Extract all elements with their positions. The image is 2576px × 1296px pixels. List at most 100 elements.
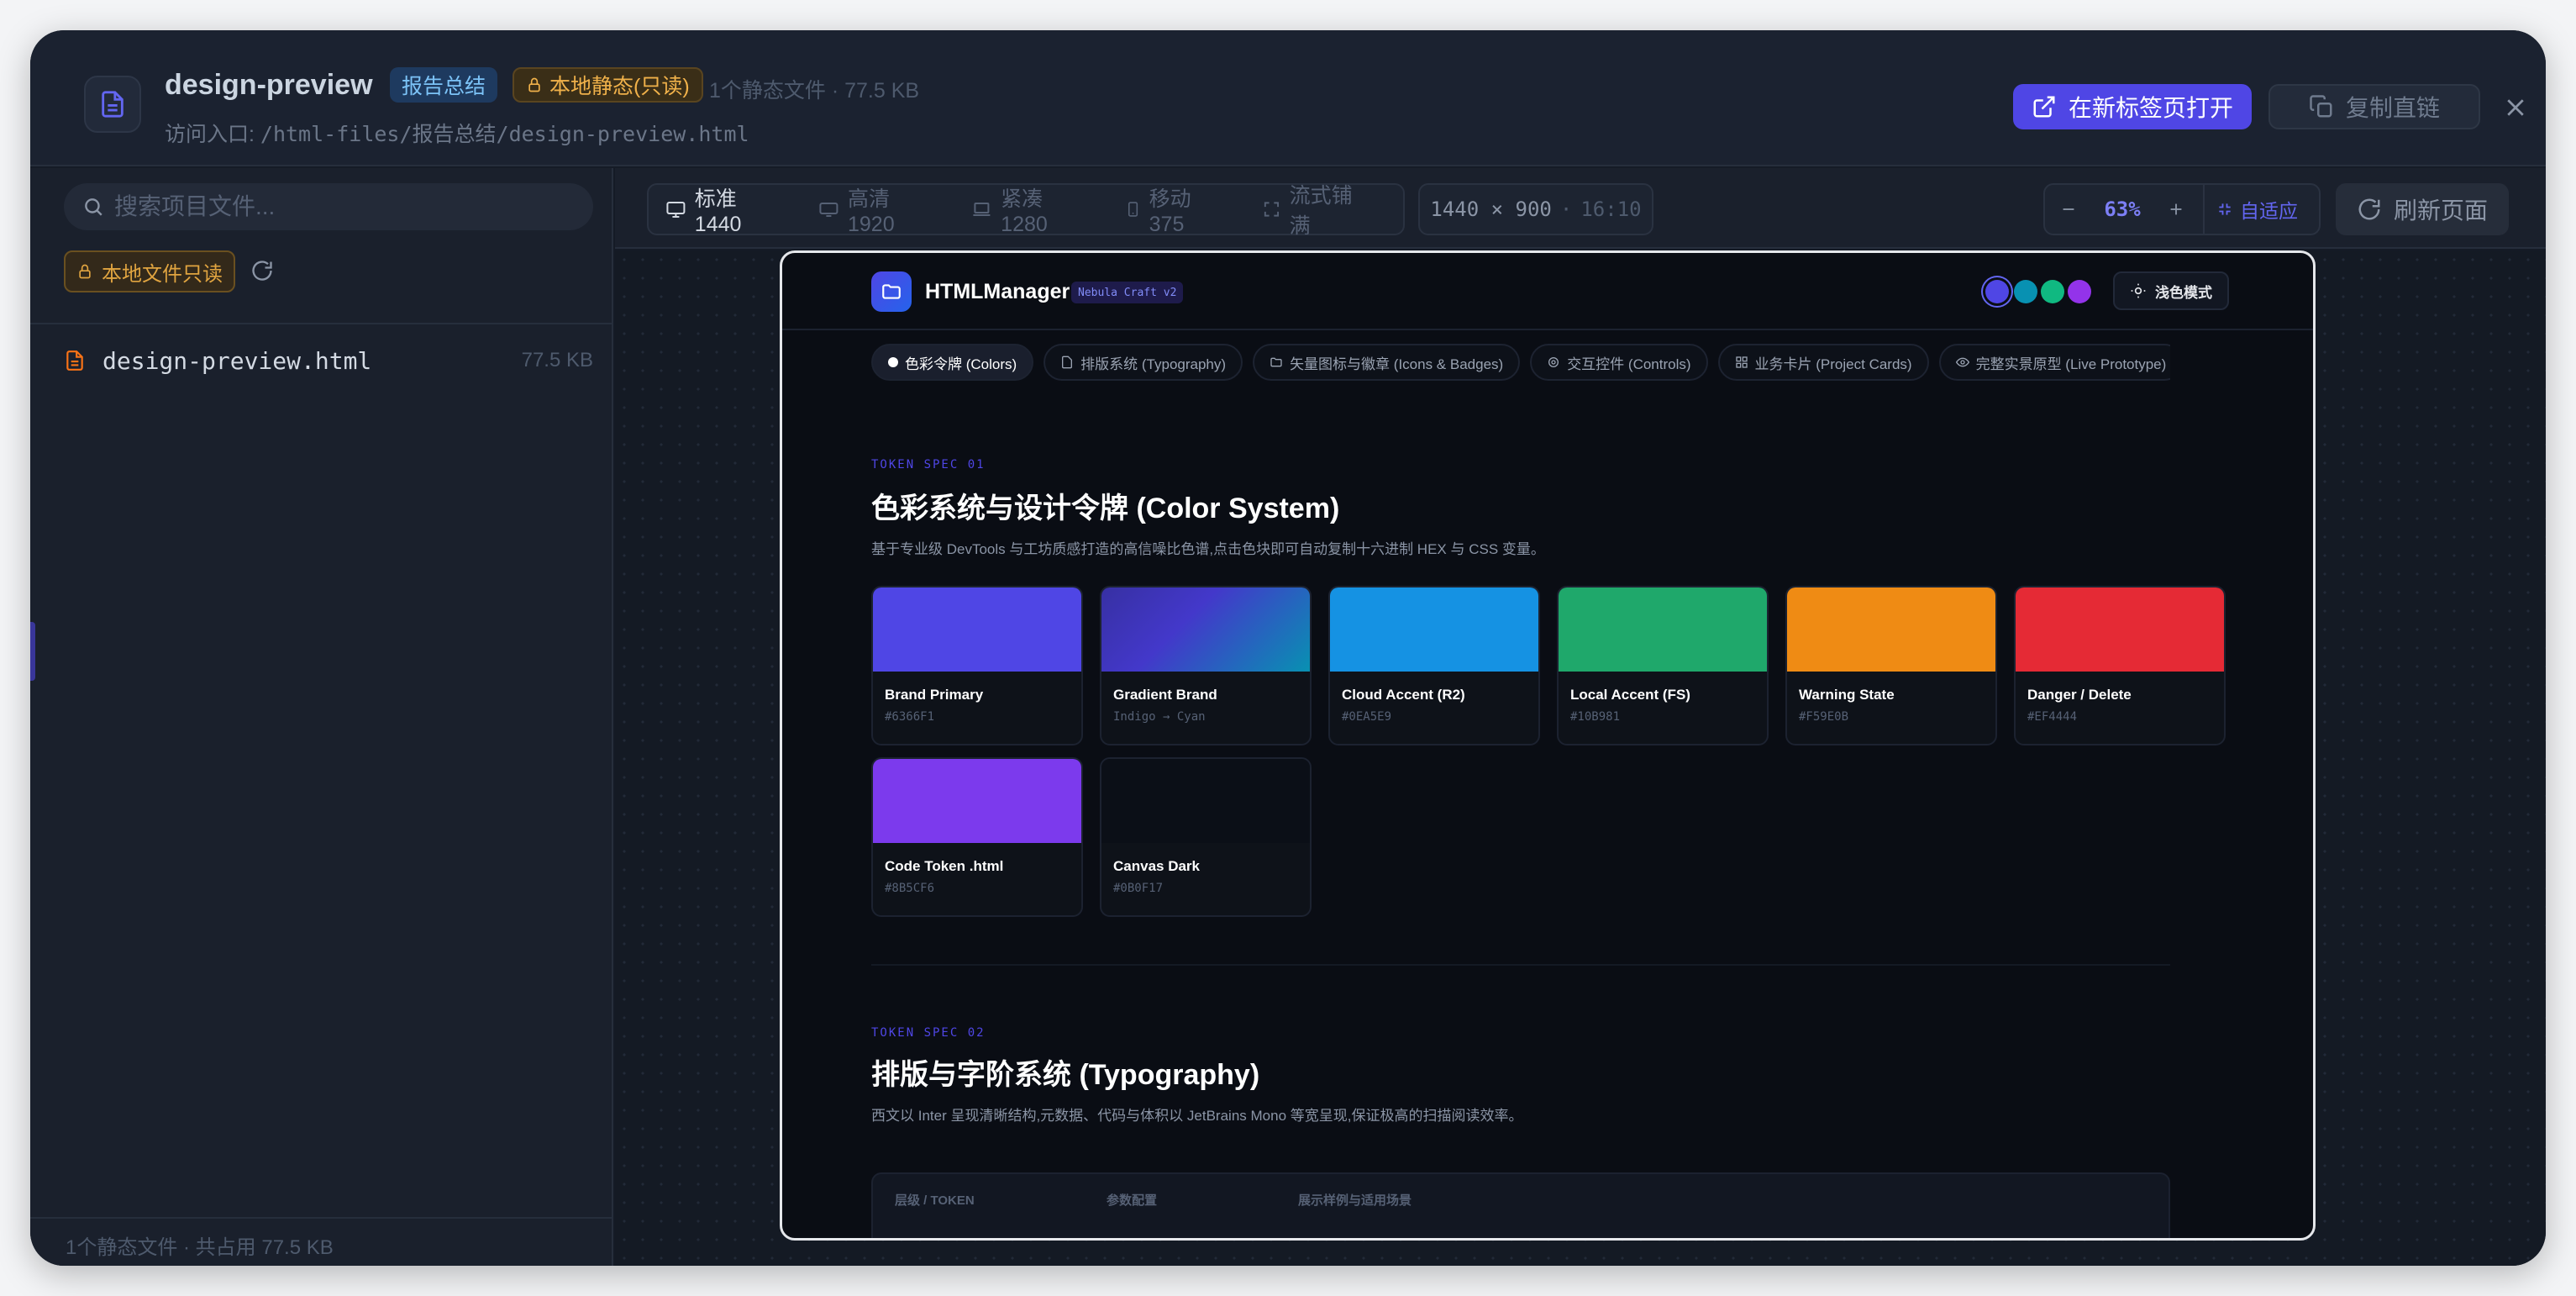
spec1-title: 色彩系统与设计令牌 (Color System) (871, 493, 1340, 524)
swatch-color (2016, 587, 2224, 672)
color-swatch-card[interactable]: Local Accent (FS) #10B981 (1557, 586, 1769, 745)
resolution-value: 1440 × 900 (1430, 198, 1552, 221)
display-icon (819, 203, 839, 217)
access-path: 访问入口: /html-files/报告总结/design-preview.ht… (165, 118, 749, 148)
tab-typography[interactable]: 排版系统 (Typography) (1044, 344, 1243, 381)
color-swatch-card[interactable]: Gradient Brand Indigo → Cyan (1100, 586, 1312, 745)
expand-icon (1264, 202, 1279, 217)
tab-label: 色彩令牌 (Colors) (905, 356, 1017, 372)
swatch-color (1101, 587, 1310, 672)
grid-icon (1735, 356, 1748, 368)
light-mode-button[interactable]: 浅色模式 (2113, 271, 2229, 310)
search-input[interactable] (114, 193, 585, 220)
file-meta: 1个静态文件 · 77.5 KB (709, 79, 920, 103)
theme-dot-indigo[interactable] (1985, 280, 2009, 303)
swatch-color (1330, 587, 1538, 672)
refresh-page-label: 刷新页面 (2393, 198, 2488, 224)
monitor-icon (666, 202, 686, 218)
copy-icon (2310, 95, 2332, 118)
tab-label: 矢量图标与徽章 (Icons & Badges) (1290, 356, 1504, 372)
swatch-name: Brand Primary (885, 687, 984, 703)
tab-label: 业务卡片 (Project Cards) (1754, 356, 1912, 372)
resolution-separator: · (1559, 198, 1573, 221)
tab-controls[interactable]: 交互控件 (Controls) (1530, 344, 1708, 381)
lock-icon (528, 77, 540, 92)
color-swatch-card[interactable]: Code Token .html #8B5CF6 (871, 757, 1083, 917)
refresh-icon[interactable] (250, 259, 274, 287)
search-box[interactable] (64, 183, 593, 230)
color-swatch-card[interactable]: Danger / Delete #EF4444 (2014, 586, 2226, 745)
swatch-name: Canvas Dark (1113, 858, 1201, 874)
fit-icon (2219, 203, 2231, 215)
open-in-new-tab-label: 在新标签页打开 (2068, 95, 2233, 121)
viewport-switcher: 标准 1440 高清 1920 紧凑 1280 移动 375 流式铺满 (647, 182, 1405, 238)
access-label: 访问入口: (165, 123, 255, 146)
viewport-label: 标准 1440 (694, 187, 742, 236)
viewport-standard-1440[interactable]: 标准 1440 (665, 182, 785, 237)
lock-icon (79, 264, 91, 279)
close-button[interactable] (2497, 89, 2534, 126)
light-mode-label: 浅色模式 (2155, 284, 2212, 301)
eye-icon (1955, 357, 1969, 367)
resolution-readout: 1440 × 900 · 16:10 (1418, 183, 1653, 235)
zoom-in-button[interactable] (2153, 185, 2200, 234)
readonly-badge-label: 本地静态(只读) (549, 75, 690, 98)
tab-colors[interactable]: 色彩令牌 (Colors) (871, 344, 1034, 381)
open-in-new-tab-button[interactable]: 在新标签页打开 (2013, 84, 2252, 129)
fit-button[interactable]: 自适应 (2203, 185, 2298, 234)
theme-dot-green[interactable] (2041, 280, 2064, 303)
copy-link-button[interactable]: 复制直链 (2268, 84, 2480, 129)
preview-brand: HTMLManager (925, 280, 1070, 303)
swatch-name: Code Token .html (885, 858, 1004, 874)
zoom-controls: 63% 自适应 (2043, 183, 2321, 235)
refresh-icon (2358, 198, 2380, 220)
preview-frame[interactable]: HTMLManager Nebula Craft v2 浅色模式 色彩令牌 (C… (780, 250, 2316, 1241)
viewport-mobile-375[interactable]: 移动 375 (1125, 182, 1228, 237)
zoom-out-button[interactable] (2045, 185, 2092, 234)
viewport-label: 紧凑 1280 (1001, 187, 1048, 236)
swatch-color (873, 759, 1081, 843)
color-swatch-card[interactable]: Warning State #F59E0B (1785, 586, 1997, 745)
category-badge: 报告总结 (390, 67, 498, 103)
refresh-page-button[interactable]: 刷新页面 (2336, 183, 2509, 235)
table-header: 参数配置 (1107, 1193, 1158, 1208)
minus-icon (2063, 208, 2074, 210)
tab-project-cards[interactable]: 业务卡片 (Project Cards) (1717, 344, 1929, 381)
tab-label: 完整实景原型 (Live Prototype) (1975, 356, 2167, 372)
theme-dot-purple[interactable] (2068, 280, 2091, 303)
viewport-compact-1280[interactable]: 紧凑 1280 (971, 182, 1091, 237)
color-swatch-card[interactable]: Canvas Dark #0B0F17 (1100, 757, 1312, 917)
phone-icon (1128, 202, 1138, 217)
spec1-kicker: TOKEN SPEC 01 (871, 458, 986, 472)
gear-icon (1548, 357, 1559, 367)
external-link-icon (2033, 96, 2055, 118)
swatch-code: #6366F1 (885, 710, 935, 724)
folder-icon (1270, 357, 1282, 367)
spec1-desc: 基于专业级 DevTools 与工坊质感打造的高信噪比色谱,点击色块即可自动复制… (871, 541, 1545, 557)
local-readonly-label: 本地文件只读 (102, 262, 223, 286)
access-url[interactable]: /html-files/报告总结/design-preview.html (260, 122, 749, 146)
color-swatch-card[interactable]: Brand Primary #6366F1 (871, 586, 1083, 745)
typography-table: 层级 / TOKEN 参数配置 展示样例与适用场景 (871, 1172, 2170, 1238)
table-header: 展示样例与适用场景 (1298, 1193, 1412, 1208)
plus-icon (2170, 203, 2182, 215)
local-readonly-button[interactable]: 本地文件只读 (64, 250, 235, 292)
theme-dot-cyan[interactable] (2014, 280, 2037, 303)
swatch-name: Gradient Brand (1113, 687, 1217, 703)
sidebar-footer: 1个静态文件 · 共占用 77.5 KB (30, 1217, 613, 1266)
viewport-hd-1920[interactable]: 高清 1920 (818, 182, 938, 237)
tab-label: 排版系统 (Typography) (1080, 356, 1227, 372)
sidebar-divider (30, 323, 613, 324)
swatch-code: #F59E0B (1799, 710, 1849, 724)
tab-icons-badges[interactable]: 矢量图标与徽章 (Icons & Badges) (1253, 344, 1521, 381)
file-list-item[interactable]: design-preview.html 77.5 KB (64, 340, 593, 382)
readonly-badge: 本地静态(只读) (513, 67, 703, 103)
viewport-fluid[interactable]: 流式铺满 (1262, 179, 1369, 240)
swatch-code: #8B5CF6 (885, 882, 935, 895)
color-swatch-card[interactable]: Cloud Accent (R2) #0EA5E9 (1328, 586, 1540, 745)
tab-live-prototype[interactable]: 完整实景原型 (Live Prototype) (1938, 344, 2170, 381)
swatch-code: #0EA5E9 (1342, 710, 1392, 724)
viewport-label: 流式铺满 (1289, 184, 1353, 238)
document-icon (1062, 356, 1073, 369)
zoom-level: 63% (2104, 198, 2141, 221)
